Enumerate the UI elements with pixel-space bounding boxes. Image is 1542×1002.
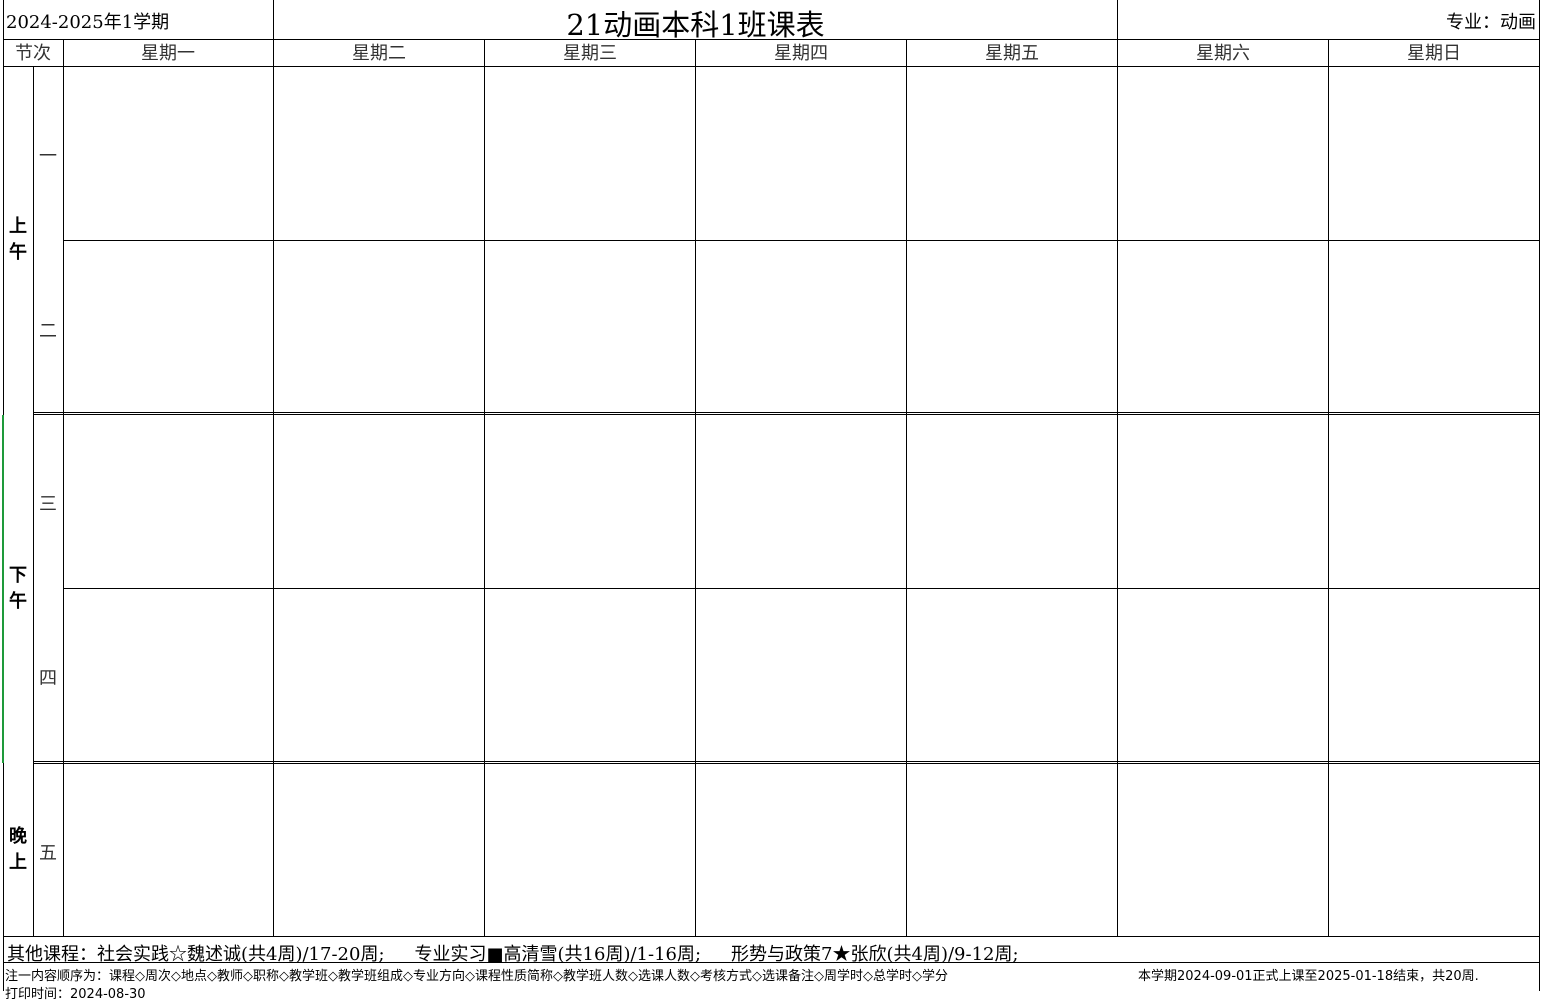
timetable-cell-saturday-period-2[interactable]: [1118, 241, 1327, 412]
other-courses-label: 其他课程：: [7, 944, 97, 965]
timetable-cell-wednesday-period-2[interactable]: [485, 241, 694, 412]
timetable-cell-tuesday-period-4[interactable]: [274, 589, 483, 761]
timetable-cell-thursday-period-1[interactable]: [696, 67, 905, 240]
timetable-cell-wednesday-period-3[interactable]: [485, 415, 694, 588]
session-morning-char-1: 上: [9, 216, 27, 237]
day-header-tuesday: 星期二: [352, 43, 406, 64]
major-label: 专业：动画: [1446, 12, 1536, 33]
timetable-cell-monday-period-1[interactable]: [64, 67, 273, 240]
day-header-thursday: 星期四: [774, 43, 828, 64]
timetable-cell-sunday-period-1[interactable]: [1329, 67, 1538, 240]
session-evening-char-2: 上: [9, 852, 27, 873]
timetable-cell-saturday-period-4[interactable]: [1118, 589, 1327, 761]
period-label-2: 二: [39, 321, 57, 342]
semester-info: 本学期2024-09-01正式上课至2025-01-18结束，共20周.: [1138, 969, 1479, 984]
session-evening-char-1: 晚: [9, 826, 27, 847]
timetable-cell-tuesday-period-5[interactable]: [274, 764, 483, 936]
timetable-cell-friday-period-5[interactable]: [907, 764, 1116, 936]
timetable-cell-monday-period-4[interactable]: [64, 589, 273, 761]
timetable-cell-tuesday-period-2[interactable]: [274, 241, 483, 412]
period-label-4: 四: [39, 668, 57, 689]
period-label-1: 一: [39, 146, 57, 167]
period-label-3: 三: [39, 494, 57, 515]
day-header-wednesday: 星期三: [563, 43, 617, 64]
timetable-cell-wednesday-period-1[interactable]: [485, 67, 694, 240]
timetable-cell-monday-period-5[interactable]: [64, 764, 273, 936]
day-header-saturday: 星期六: [1196, 43, 1250, 64]
page-title: 21动画本科1班课表: [566, 8, 825, 42]
timetable-cell-tuesday-period-3[interactable]: [274, 415, 483, 588]
day-header-sunday: 星期日: [1407, 43, 1461, 64]
timetable-cell-thursday-period-2[interactable]: [696, 241, 905, 412]
session-afternoon: 下 午: [3, 563, 33, 615]
timetable-cell-friday-period-4[interactable]: [907, 589, 1116, 761]
other-course-item: 专业实习■高清雪(共16周)/1-16周;: [414, 944, 702, 965]
session-afternoon-char-2: 午: [9, 591, 27, 612]
timetable-cell-friday-period-2[interactable]: [907, 241, 1116, 412]
timetable-cell-thursday-period-4[interactable]: [696, 589, 905, 761]
timetable-cell-sunday-period-2[interactable]: [1329, 241, 1538, 412]
timetable-cell-sunday-period-3[interactable]: [1329, 415, 1538, 588]
term-label: 2024-2025年1学期: [6, 12, 170, 33]
other-courses: 其他课程：社会实践☆魏述诚(共4周)/17-20周; 专业实习■高清雪(共16周)…: [7, 940, 1019, 966]
timetable-cell-tuesday-period-1[interactable]: [274, 67, 483, 240]
timetable-cell-sunday-period-5[interactable]: [1329, 764, 1538, 936]
other-course-item: 社会实践☆魏述诚(共4周)/17-20周;: [97, 944, 385, 965]
timetable-cell-friday-period-1[interactable]: [907, 67, 1116, 240]
day-header-friday: 星期五: [985, 43, 1039, 64]
timetable-cell-monday-period-2[interactable]: [64, 241, 273, 412]
print-time: 打印时间：2024-08-30: [5, 987, 146, 1002]
period-column-header: 节次: [15, 43, 51, 64]
timetable-cell-saturday-period-3[interactable]: [1118, 415, 1327, 588]
timetable-cell-thursday-period-5[interactable]: [696, 764, 905, 936]
session-evening: 晚 上: [3, 824, 33, 876]
session-morning-char-2: 午: [9, 242, 27, 263]
timetable-cell-monday-period-3[interactable]: [64, 415, 273, 588]
period-label-5: 五: [39, 843, 57, 864]
timetable-cell-sunday-period-4[interactable]: [1329, 589, 1538, 761]
other-course-item: 形势与政策7★张欣(共4周)/9-12周;: [731, 944, 1019, 965]
timetable-cell-wednesday-period-5[interactable]: [485, 764, 694, 936]
session-afternoon-char-1: 下: [9, 565, 27, 586]
timetable-cell-friday-period-3[interactable]: [907, 415, 1116, 588]
day-header-monday: 星期一: [141, 43, 195, 64]
content-order-note: 注一内容顺序为：课程◇周次◇地点◇教师◇职称◇教学班◇教学班组成◇专业方向◇课程…: [5, 969, 948, 984]
session-morning: 上 午: [3, 214, 33, 266]
timetable-cell-wednesday-period-4[interactable]: [485, 589, 694, 761]
timetable-cell-saturday-period-5[interactable]: [1118, 764, 1327, 936]
timetable-cell-saturday-period-1[interactable]: [1118, 67, 1327, 240]
timetable-cell-thursday-period-3[interactable]: [696, 415, 905, 588]
